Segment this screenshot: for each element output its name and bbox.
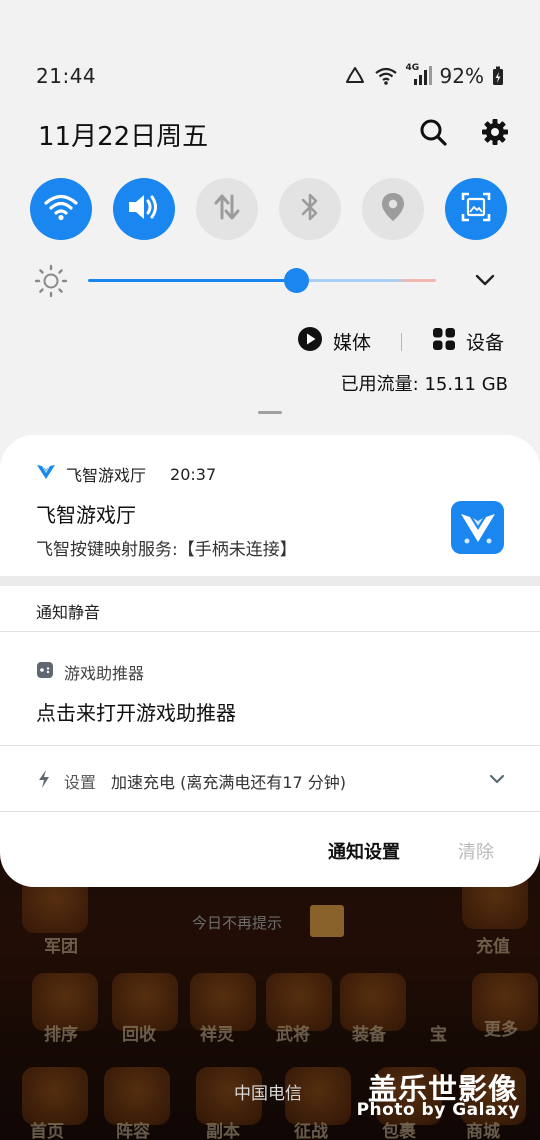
wifi-signal-icon [374,66,398,86]
battery-percent: 92% [439,64,484,88]
gamepad-icon [36,661,54,683]
watermark-subtitle: Photo by Galaxy [356,1100,520,1120]
status-time: 21:44 [36,64,97,88]
location-pin-icon [380,191,406,227]
divider [0,811,540,812]
screenshot-toggle[interactable] [445,178,507,240]
status-icons: 4G 92% [344,63,504,88]
game-checkbox [310,905,344,937]
data-usage-label: 已用流量: 15.11 GB [340,374,508,395]
quick-panel: 21:44 4G 92% 11月22日周五 媒体 设备 已用流量: 15.11 … [0,0,540,460]
divider [400,332,402,351]
feizhi-large-icon[interactable] [451,501,504,554]
drag-handle[interactable] [258,411,282,414]
notification-settings-button[interactable]: 通知设置 [328,838,400,864]
devices-grid-icon [432,327,456,356]
recycle-icon [344,66,366,86]
silent-section-label: 通知静音 [36,603,101,622]
date-label: 11月22日周五 [38,122,209,152]
brightness-row [30,262,510,298]
notification-text: 加速充电 (离充满电还有17 分钟) [111,773,347,792]
chevron-down-icon[interactable] [474,270,496,294]
play-icon [297,326,323,357]
notification-app-name: 设置 [64,773,97,792]
network-badge: 4G [405,63,420,73]
wifi-toggle[interactable] [30,178,92,240]
location-toggle[interactable] [362,178,424,240]
notification-title[interactable]: 点击来打开游戏助推器 [36,697,236,726]
wifi-icon [44,193,78,225]
notification-app-name: 游戏助推器 [64,664,145,683]
brightness-sun-icon [34,264,68,302]
cellular-signal-icon: 4G [405,63,432,87]
bluetooth-toggle[interactable] [279,178,341,240]
search-icon[interactable] [415,114,451,150]
devices-label: 设备 [465,332,504,354]
game-dont-remind-text: 今日不再提示 [192,914,283,932]
notification-header: 游戏助推器 [36,660,144,684]
mobile-data-toggle[interactable] [196,178,258,240]
quick-settings-tiles [30,178,510,240]
clear-button[interactable]: 清除 [458,838,494,864]
screen-capture-icon [460,191,492,227]
feizhi-app-icon [36,463,56,485]
volume-icon [126,192,162,226]
sound-toggle[interactable] [113,178,175,240]
section-separator [0,576,540,586]
media-button[interactable]: 媒体 [297,326,371,357]
battery-charging-icon [492,66,504,86]
notification-header: 飞智游戏厅 20:37 [36,462,216,486]
divider [0,631,540,632]
charging-notification[interactable]: 设置 加速充电 (离充满电还有17 分钟) [36,769,508,793]
notification-card: 飞智游戏厅 20:37 飞智游戏厅 飞智按键映射服务:【手柄未连接】 通知静音 … [0,435,540,887]
data-transfer-icon [212,192,242,226]
bluetooth-icon [299,191,321,227]
notification-text[interactable]: 飞智按键映射服务:【手柄未连接】 [36,535,297,560]
divider [0,745,540,746]
gear-icon[interactable] [477,114,513,150]
lightning-icon [36,769,52,793]
notification-app-name: 飞智游戏厅 [66,466,147,485]
carrier-label: 中国电信 [234,1084,302,1104]
chevron-down-icon[interactable] [488,771,506,791]
brightness-slider[interactable] [88,279,436,282]
notification-title[interactable]: 飞智游戏厅 [36,499,136,528]
devices-button[interactable]: 设备 [432,327,504,356]
media-devices-row: 媒体 设备 [297,326,504,357]
notification-time: 20:37 [170,464,217,484]
brightness-slider-knob[interactable] [284,268,309,293]
media-label: 媒体 [332,332,371,354]
